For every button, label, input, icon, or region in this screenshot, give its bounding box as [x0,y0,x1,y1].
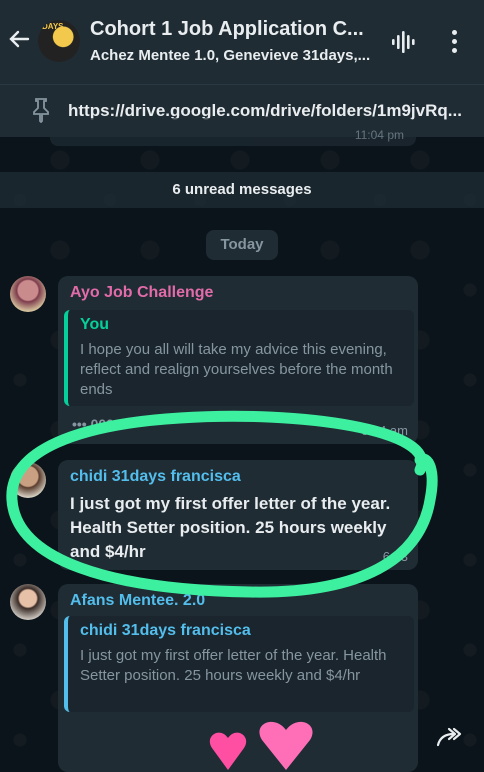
sender-avatar[interactable] [10,462,46,498]
message-time: 11:04 pm [354,128,404,142]
truncated-text: ••• 000 [72,416,114,432]
sender-name[interactable]: Afans Mentee. 2.0 [70,592,205,610]
message-bubble[interactable]: chidi 31days francisca I just got my fir… [58,460,418,570]
back-arrow-icon[interactable] [8,28,30,50]
group-avatar[interactable]: DAYS [38,20,80,62]
quoted-text: I just got my first offer letter of the … [80,647,387,684]
sender-avatar[interactable] [10,584,46,620]
sender-avatar[interactable] [10,276,46,312]
quoted-sender: chidi 31days francisca [80,622,251,639]
sender-name[interactable]: Ayo Job Challenge [70,284,213,302]
avatar-tag: DAYS [42,22,64,31]
date-chip: Today [206,230,278,260]
message-bubble[interactable]: Ayo Job Challenge You I hope you all wil… [58,276,418,444]
unread-messages-banner: 6 unread messages [0,172,484,208]
message-time: 6:33 [382,549,408,564]
previous-message: 11:04 pm [50,118,416,146]
heart-icon [209,721,313,770]
forward-icon[interactable] [428,722,468,762]
more-options-icon[interactable] [448,30,460,54]
quoted-message[interactable]: You I hope you all will take my advice t… [64,310,414,406]
chat-title[interactable]: Cohort 1 Job Application C... [90,18,364,41]
quoted-text: I hope you all will take my advice this … [80,341,393,398]
voice-call-icon[interactable] [390,30,416,54]
message-time: 6:24 am [361,423,408,438]
quoted-sender: You [80,316,110,333]
quoted-message[interactable]: chidi 31days francisca I just got my fir… [64,616,414,712]
sender-name[interactable]: chidi 31days francisca [70,468,241,486]
message-text: I just got my first offer letter of the … [70,494,391,561]
chat-header[interactable]: DAYS Cohort 1 Job Application C... Achez… [0,0,484,84]
pin-icon [30,97,52,124]
chat-subtitle[interactable]: Achez Mentee 1.0, Genevieve 31days,... [90,47,370,64]
